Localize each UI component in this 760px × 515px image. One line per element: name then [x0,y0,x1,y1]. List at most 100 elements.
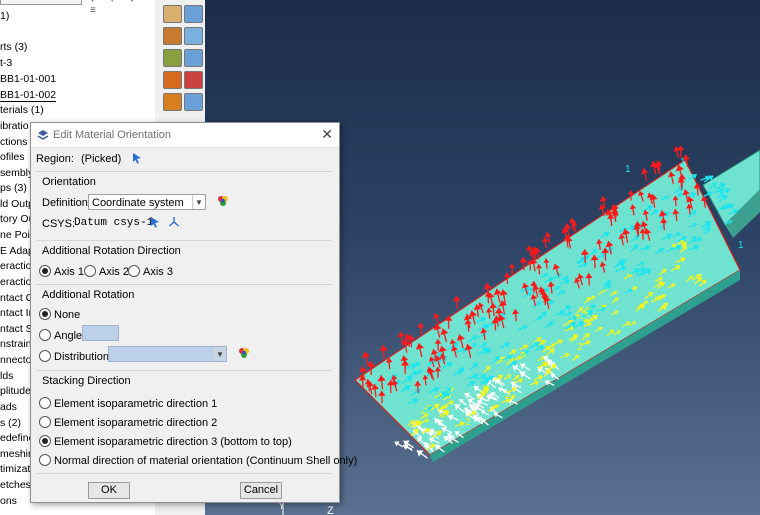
tree-item[interactable]: rts (3) [0,40,27,55]
stacking-option-3[interactable]: Element isoparametric direction 3 (botto… [39,435,292,448]
definition-label: Definition: [42,197,91,209]
orientation-icon[interactable] [163,71,182,89]
rotation-distribution-label: Distribution: [54,351,113,363]
section-manager-icon[interactable] [184,27,203,45]
color-palette-icon[interactable] [237,346,251,360]
radio-icon [39,308,51,320]
arrow-red-head [452,295,461,302]
create-csys-icon[interactable] [168,216,180,228]
profile-icon[interactable] [163,49,182,67]
tree-item[interactable]: s (2) [0,416,21,431]
radio-icon [39,329,51,341]
tree-item-label: rts (3) [0,41,28,53]
tree-item[interactable]: ld Outp [0,197,34,212]
tree-item-label: plitude [0,385,31,397]
arrow-red-head [568,217,577,224]
region-label: Region: [36,153,74,165]
assignment-manager-icon[interactable] [184,49,203,67]
rotation-angle-label: Angle: [54,330,86,342]
tree-item[interactable]: meshin [0,447,34,462]
region-value: (Picked) [80,153,122,165]
distribution-select[interactable]: ▼ [108,346,227,362]
tree-toolbar[interactable]: ▾ ▿ ▾ ≡ [90,0,155,16]
definition-value: Coordinate system [92,197,184,209]
axis-3-radio[interactable]: Axis 3 [128,265,173,278]
csys-label: CSYS: [42,218,76,230]
stacking-option-3-label: Element isoparametric direction 3 (botto… [54,436,292,448]
arrow-red-head [359,366,367,373]
tree-item[interactable]: ntact C [0,291,33,306]
tree-item[interactable]: eractio [0,275,32,290]
tree-item[interactable]: lds [0,369,13,384]
cancel-button[interactable]: Cancel [240,482,282,499]
arrow-red-head [483,283,492,290]
radio-icon [128,265,140,277]
tree-item[interactable]: sembly [0,166,33,181]
tree-item-label: t-3 [0,57,13,69]
tree-filter-combo[interactable] [0,0,82,5]
vector-label: 2 [505,390,511,401]
skin-icon[interactable] [163,93,182,111]
material-orientation-icon[interactable] [184,71,203,89]
ply-icon[interactable] [184,93,203,111]
orientation-group: Orientation Definition: Coordinate syste… [36,171,332,240]
arrow-red-head [503,272,511,278]
tree-item[interactable]: ads [0,400,17,415]
stacking-option-1[interactable]: Element isoparametric direction 1 [39,397,217,410]
radio-icon [39,397,51,409]
triad-z-label: Z [327,505,334,515]
tree-item[interactable]: ons [0,494,17,509]
arrow-red-head [509,263,516,268]
arrow-red-head [599,196,607,202]
tree-item[interactable]: t-3 [0,56,12,71]
definition-select[interactable]: Coordinate system ▼ [88,194,206,210]
edit-material-orientation-dialog: Edit Material Orientation ✕ Region: (Pic… [30,122,357,503]
tree-item[interactable]: ofiles [0,150,25,165]
tree-item[interactable]: BB1-01-002 [0,88,57,103]
arrow-red-head [563,223,572,230]
dialog-titlebar[interactable]: Edit Material Orientation ✕ [31,123,339,148]
tree-item[interactable]: ibratio [0,119,29,134]
section-icon[interactable] [163,5,182,23]
rotation-none-label: None [54,309,81,321]
arrow-white-head [416,450,424,457]
tree-item[interactable]: ps (3) [0,181,27,196]
stacking-option-2[interactable]: Element isoparametric direction 2 [39,416,217,429]
color-palette-icon[interactable] [216,194,230,208]
edit-section-icon[interactable] [184,5,203,23]
tree-item[interactable]: 1) [0,9,9,24]
vector-label: 1 [680,157,686,168]
tree-item-label: ofiles [0,151,25,163]
axis-1-radio[interactable]: Axis 1 [39,265,84,278]
tree-item[interactable]: ctions ( [0,135,34,150]
csys-value: Datum csys-1 [74,217,154,229]
tree-item-label: terials (1) [0,104,44,116]
tree-item[interactable]: etches [0,478,31,493]
tree-item[interactable]: BB1-01-001 [0,72,56,87]
select-region-icon[interactable] [132,152,143,164]
rotation-distribution-radio[interactable]: Distribution: [39,350,112,363]
tree-item-label: ps (3) [0,182,27,194]
beam-section-icon[interactable] [163,27,182,45]
tree-item[interactable]: timizati [0,462,33,477]
rotation-none-radio[interactable]: None [39,308,80,321]
angle-input[interactable] [82,325,119,341]
stacking-option-4-label: Normal direction of material orientation… [54,455,358,467]
radio-icon [39,454,51,466]
tree-item-label: eractio [0,260,32,272]
ok-button[interactable]: OK [88,482,130,499]
stacking-option-4[interactable]: Normal direction of material orientation… [39,454,357,467]
tree-item[interactable]: terials (1) [0,103,44,118]
radio-icon [84,265,96,277]
select-csys-icon[interactable] [150,216,161,228]
tree-item-label: lds [0,370,14,382]
tree-item[interactable]: plitude [0,384,31,399]
tree-item-label: ctions ( [0,136,34,148]
tree-item-label: eractio [0,276,32,288]
tree-item[interactable]: eractio [0,259,32,274]
close-icon[interactable]: ✕ [321,126,333,143]
additional-rotation-title: Additional Rotation [42,289,135,301]
radio-icon [39,265,51,277]
rotation-angle-radio[interactable]: Angle: [39,329,85,342]
axis-2-radio[interactable]: Axis 2 [84,265,129,278]
